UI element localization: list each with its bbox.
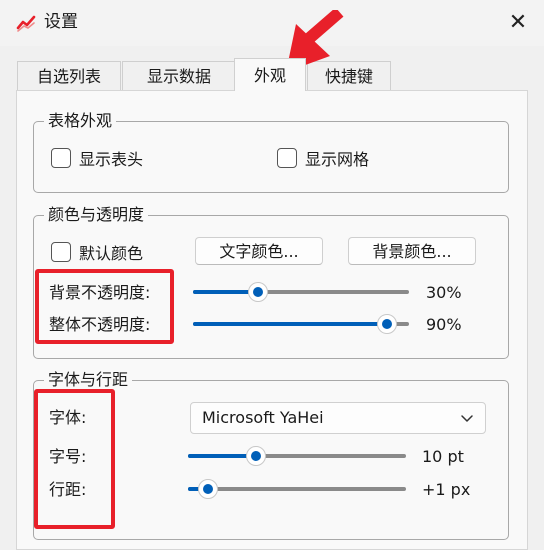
bg-opacity-slider[interactable] — [193, 282, 409, 302]
group-title: 颜色与透明度 — [44, 203, 149, 227]
show-grid-checkbox[interactable]: 显示网格 — [277, 146, 369, 170]
checkbox-label: 默认颜色 — [79, 244, 144, 263]
bg-opacity-value: 30% — [426, 283, 462, 302]
close-icon[interactable]: ✕ — [504, 8, 532, 36]
font-dropdown[interactable]: Microsoft YaHei — [190, 402, 486, 434]
group-title: 表格外观 — [44, 109, 117, 133]
checkbox-box — [277, 148, 297, 168]
overall-opacity-slider[interactable] — [193, 314, 409, 334]
annotation-box-font — [34, 389, 115, 529]
line-spacing-slider[interactable] — [188, 479, 406, 499]
slider-thumb[interactable] — [377, 314, 398, 334]
window-title: 设置 — [44, 12, 78, 32]
checkbox-label: 显示表头 — [79, 150, 144, 169]
line-spacing-value: +1 px — [422, 480, 471, 499]
tab-display-data[interactable]: 显示数据 — [122, 61, 236, 90]
tab-watchlist[interactable]: 自选列表 — [17, 61, 121, 90]
font-size-slider[interactable] — [188, 446, 406, 466]
slider-track — [188, 487, 406, 491]
checkbox-box — [51, 148, 71, 168]
font-size-value: 10 pt — [422, 447, 464, 466]
checkbox-label: 显示网格 — [305, 150, 370, 169]
default-color-checkbox[interactable]: 默认颜色 — [51, 240, 143, 264]
annotation-box-opacity — [35, 269, 174, 344]
show-header-checkbox[interactable]: 显示表头 — [51, 146, 143, 170]
chevron-down-icon — [461, 415, 473, 422]
title-bar: 设置 ✕ — [0, 0, 544, 46]
slider-fill — [193, 322, 388, 326]
background-color-button[interactable]: 背景颜色... — [348, 237, 476, 265]
checkbox-box — [51, 242, 71, 262]
slider-thumb[interactable] — [197, 479, 218, 499]
tab-appearance[interactable]: 外观 — [234, 58, 306, 91]
slider-thumb[interactable] — [245, 446, 266, 466]
font-dropdown-value: Microsoft YaHei — [202, 408, 324, 427]
chart-line-icon — [16, 15, 36, 32]
overall-opacity-value: 90% — [426, 315, 462, 334]
table-appearance-group: 表格外观 显示表头 显示网格 — [33, 109, 509, 193]
slider-thumb[interactable] — [247, 282, 268, 302]
text-color-button[interactable]: 文字颜色... — [195, 237, 323, 265]
